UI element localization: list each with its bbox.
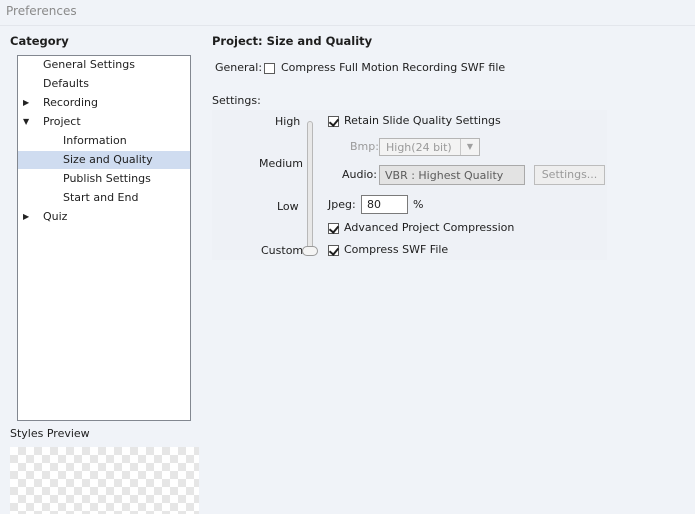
collapse-arrow-icon[interactable]: ▼ [23, 113, 29, 131]
slider-level-low: Low [277, 200, 299, 213]
advanced-compression-label: Advanced Project Compression [344, 221, 515, 234]
tree-item-label: Information [63, 134, 127, 147]
tree-item-label: Quiz [43, 210, 68, 223]
slider-level-high: High [275, 115, 301, 128]
category-tree[interactable]: General Settings Defaults ▶ Recording ▼ … [17, 55, 191, 421]
tree-item-project[interactable]: ▼ Project [18, 113, 190, 131]
tree-item-start-and-end[interactable]: Start and End [18, 189, 190, 207]
retain-slide-quality-label: Retain Slide Quality Settings [344, 114, 501, 127]
audio-quality-value: VBR : Highest Quality [385, 169, 504, 182]
tree-item-label: Publish Settings [63, 172, 151, 185]
advanced-compression-checkbox[interactable] [328, 223, 339, 234]
chevron-down-icon: ▼ [460, 139, 479, 155]
tree-item-label: Size and Quality [63, 153, 153, 166]
jpeg-unit: % [413, 198, 424, 211]
styles-preview-heading: Styles Preview [10, 427, 90, 440]
bmp-select-value: High(24 bit) [386, 141, 452, 154]
title-bar [0, 0, 695, 24]
slider-level-custom: Custom [261, 244, 304, 257]
tree-item-general-settings[interactable]: General Settings [18, 56, 190, 74]
compress-swf-label: Compress SWF File [344, 243, 449, 256]
tree-item-recording[interactable]: ▶ Recording [18, 94, 190, 112]
bmp-select[interactable]: High(24 bit) ▼ [379, 138, 480, 156]
tree-item-label: Project [43, 115, 81, 128]
tree-item-defaults[interactable]: Defaults [18, 75, 190, 93]
retain-slide-quality-checkbox[interactable] [328, 116, 339, 127]
bmp-label: Bmp: [350, 140, 379, 153]
audio-label: Audio: [342, 168, 377, 181]
slider-level-medium: Medium [259, 157, 303, 170]
tree-item-label: Recording [43, 96, 99, 109]
jpeg-quality-input[interactable]: 80 [361, 195, 408, 214]
general-label: General: [215, 61, 263, 74]
jpeg-quality-value: 80 [367, 198, 381, 211]
tree-item-quiz[interactable]: ▶ Quiz [18, 208, 190, 226]
quality-settings-panel [212, 110, 607, 260]
tree-item-information[interactable]: Information [18, 132, 190, 150]
window-title: Preferences [6, 4, 77, 18]
styles-preview-area [10, 447, 199, 514]
quality-slider-thumb[interactable] [302, 246, 318, 256]
quality-slider-track[interactable] [307, 121, 313, 251]
tree-item-label: Defaults [43, 77, 89, 90]
section-title: Project: Size and Quality [212, 34, 373, 48]
audio-quality-field: VBR : Highest Quality [379, 165, 525, 185]
category-heading: Category [10, 34, 69, 48]
tree-item-size-and-quality[interactable]: Size and Quality [18, 151, 190, 169]
tree-item-label: General Settings [43, 58, 135, 71]
title-divider [0, 25, 695, 26]
tree-item-publish-settings[interactable]: Publish Settings [18, 170, 190, 188]
compress-swf-checkbox[interactable] [328, 245, 339, 256]
expand-arrow-icon[interactable]: ▶ [23, 208, 29, 226]
compress-full-motion-checkbox[interactable] [264, 63, 275, 74]
jpeg-label: Jpeg: [328, 198, 356, 211]
settings-label: Settings: [212, 94, 261, 107]
tree-item-label: Start and End [63, 191, 139, 204]
audio-settings-button[interactable]: Settings... [534, 165, 605, 185]
expand-arrow-icon[interactable]: ▶ [23, 94, 29, 112]
compress-full-motion-label: Compress Full Motion Recording SWF file [281, 61, 506, 74]
